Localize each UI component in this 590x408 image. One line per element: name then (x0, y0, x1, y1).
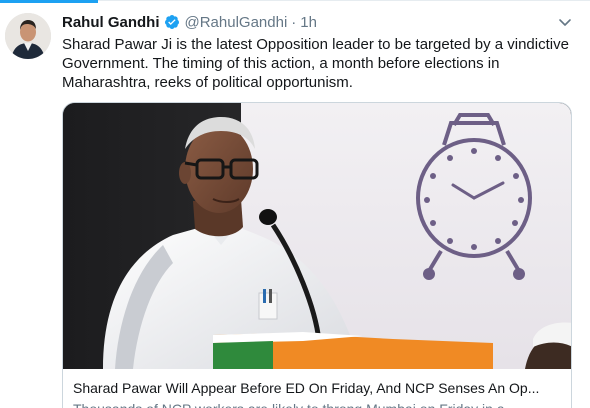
separator-dot: · (291, 13, 297, 31)
tweet-text: Sharad Pawar Ji is the latest Opposition… (62, 36, 569, 91)
chevron-down-icon[interactable] (557, 14, 573, 30)
verified-badge-icon (164, 14, 180, 30)
tweet-timestamp[interactable]: 1h (300, 14, 317, 31)
card-description: Thousands of NCP workers are likely to t… (73, 400, 565, 408)
card-title[interactable]: Sharad Pawar Will Appear Before ED On Fr… (73, 379, 565, 397)
avatar[interactable] (5, 13, 51, 59)
link-card[interactable]: Sharad Pawar Will Appear Before ED On Fr… (62, 102, 572, 408)
tweet[interactable]: Rahul Gandhi @RahulGandhi · 1h Sharad Pa… (0, 0, 590, 408)
card-image[interactable] (63, 103, 571, 369)
author-name[interactable]: Rahul Gandhi (62, 14, 160, 31)
author-handle[interactable]: @RahulGandhi (185, 14, 288, 31)
tweet-header: Rahul Gandhi @RahulGandhi · 1h (62, 12, 317, 32)
